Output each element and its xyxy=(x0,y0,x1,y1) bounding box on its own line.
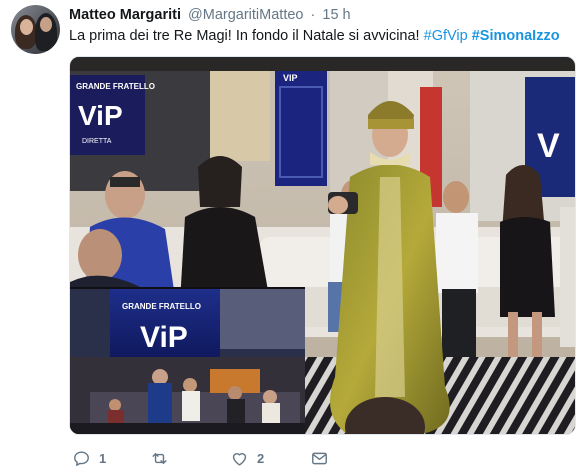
sign-sub: DIRETTA xyxy=(82,138,112,145)
right-logo: V xyxy=(537,127,560,165)
like-count: 2 xyxy=(257,450,265,466)
tweet-photo[interactable]: GRANDE FRATELLO ViP DIRETTA VIP V GRANDE… xyxy=(69,56,576,435)
tweet-timestamp[interactable]: 15 h xyxy=(322,7,350,23)
tweet-text: La prima dei tre Re Magi! In fondo il Na… xyxy=(69,27,574,46)
tweet-actions: 1 2 xyxy=(72,447,372,469)
avatar[interactable] xyxy=(11,5,60,54)
separator-dot: · xyxy=(310,7,316,23)
direct-message-button[interactable] xyxy=(310,447,329,469)
heart-icon xyxy=(232,452,247,466)
sign-text: GRANDE FRATELLO xyxy=(76,82,155,91)
tweet-header: Matteo Margariti @MargaritiMatteo · 15 h xyxy=(69,6,351,24)
vip-logo: ViP xyxy=(78,100,123,131)
tweet-card: Matteo Margariti @MargaritiMatteo · 15 h… xyxy=(0,0,583,476)
author-name[interactable]: Matteo Margariti xyxy=(69,7,181,23)
envelope-icon xyxy=(312,452,327,464)
retweet-icon xyxy=(152,452,167,464)
reply-count: 1 xyxy=(99,450,107,466)
reply-button[interactable]: 1 xyxy=(72,447,106,469)
center-sign-text: VIP xyxy=(283,73,298,83)
tweet-body: La prima dei tre Re Magi! In fondo il Na… xyxy=(69,28,424,44)
screen-logo-top: GRANDE FRATELLO xyxy=(122,302,201,311)
retweet-button[interactable] xyxy=(150,447,177,469)
like-button[interactable]: 2 xyxy=(230,447,264,469)
reply-icon xyxy=(74,450,89,466)
author-handle[interactable]: @MargaritiMatteo xyxy=(188,7,303,23)
tv-studio-photo: GRANDE FRATELLO ViP DIRETTA VIP V GRANDE… xyxy=(70,57,575,434)
screen-vip-logo: ViP xyxy=(140,321,188,354)
hashtag-gfvip[interactable]: #GfVip xyxy=(424,28,468,44)
hashtag-simonaizzo[interactable]: #SimonaIzzo xyxy=(472,28,560,44)
